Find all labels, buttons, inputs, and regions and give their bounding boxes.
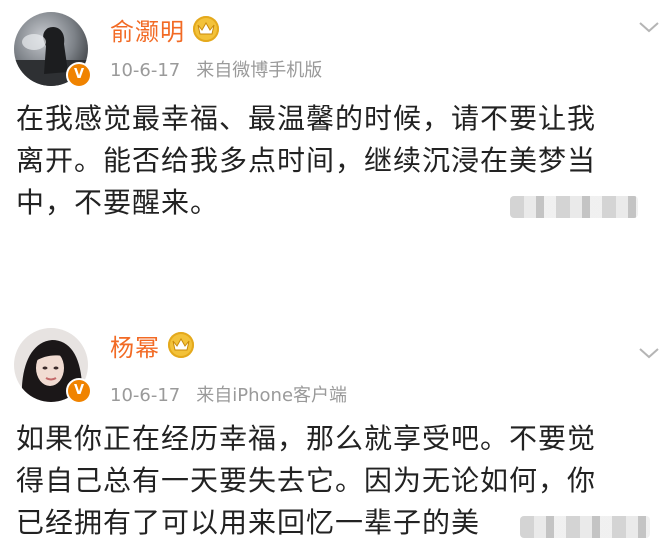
verified-badge: V: [66, 62, 92, 88]
post-meta: 10-6-17 来自微博手机版: [110, 56, 322, 82]
vip-crown-icon: [168, 332, 194, 358]
chevron-down-icon[interactable]: [638, 20, 660, 34]
post-date: 10-6-17: [110, 60, 181, 81]
weibo-post: V 俞灏明 10-6-17 来自微博手机版 在我感觉最幸福、最温馨的时候，请不要让…: [0, 0, 666, 290]
blurred-watermark: [510, 196, 638, 218]
vip-crown-icon: [193, 16, 219, 42]
blurred-watermark: [520, 516, 650, 538]
username[interactable]: 俞灏明: [110, 12, 185, 47]
post-date: 10-6-17: [110, 385, 181, 406]
post-meta: 10-6-17 来自iPhone客户端: [110, 381, 347, 407]
chevron-down-icon[interactable]: [638, 346, 660, 360]
post-text-line: 如果你正在经历幸福，那么就享受吧。不要觉: [16, 422, 597, 455]
username[interactable]: 杨幂: [110, 328, 160, 363]
post-text-line: 得自己总有一天要失去它。因为无论如何，你: [16, 464, 597, 497]
post-text-line: 在我感觉最幸福、最温馨的时候，请不要让我: [16, 102, 597, 135]
name-row: 杨幂: [110, 328, 194, 362]
name-row: 俞灏明: [110, 12, 219, 46]
post-text-line: 离开。能否给我多点时间，继续沉浸在美梦当: [16, 144, 597, 177]
post-source[interactable]: 来自iPhone客户端: [196, 385, 347, 406]
post-source[interactable]: 来自微博手机版: [196, 60, 322, 81]
verified-badge: V: [66, 378, 92, 404]
